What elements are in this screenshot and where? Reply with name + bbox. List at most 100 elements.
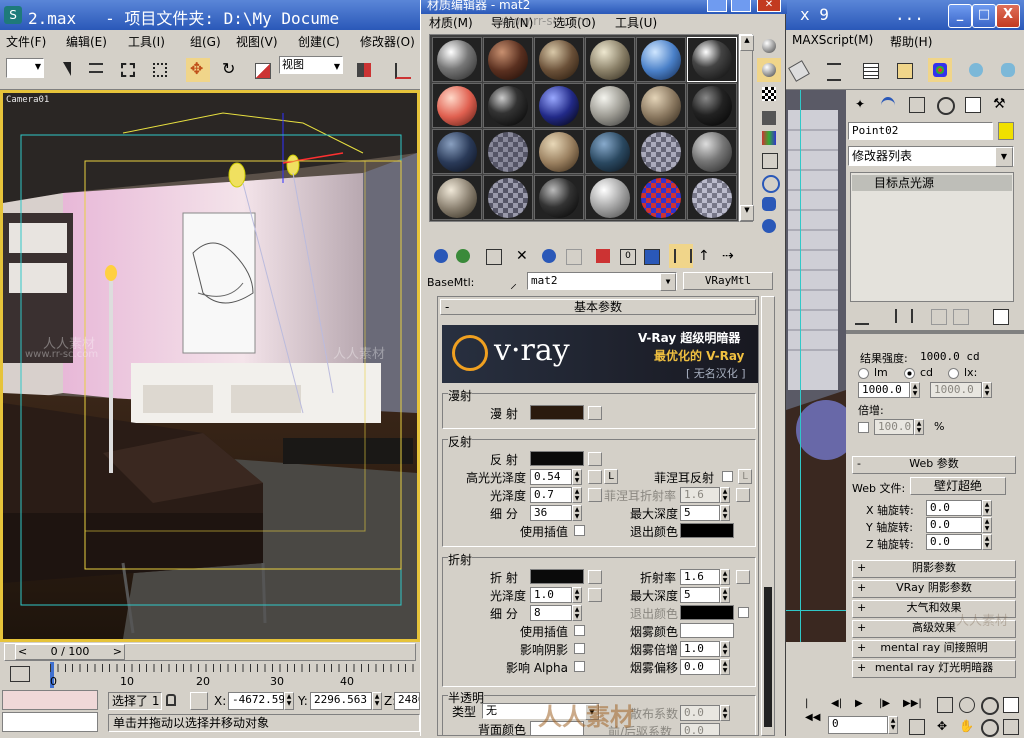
fog-color-swatch[interactable] bbox=[680, 623, 734, 638]
maxscript-listener-output[interactable] bbox=[2, 712, 98, 732]
sample-slot[interactable] bbox=[585, 175, 635, 220]
menu-edit[interactable]: 编辑(E) bbox=[66, 33, 107, 50]
pick-material-icon[interactable]: ⸝ bbox=[505, 272, 529, 296]
options-icon[interactable] bbox=[757, 170, 781, 194]
assign-to-selection-icon[interactable] bbox=[481, 244, 505, 268]
sample-slot[interactable] bbox=[636, 83, 686, 128]
go-to-end-icon[interactable]: ▶▶| bbox=[898, 692, 922, 716]
quick-render-icon[interactable] bbox=[996, 58, 1020, 82]
show-end-result-mat-icon[interactable] bbox=[669, 244, 693, 268]
prev-frame-icon[interactable]: ◀| bbox=[826, 692, 850, 716]
window-crossing-icon[interactable] bbox=[148, 58, 172, 82]
sample-slot[interactable] bbox=[687, 129, 737, 174]
z-coord-input[interactable]: 2480 bbox=[394, 692, 420, 710]
rect-region-icon[interactable] bbox=[116, 58, 140, 82]
sample-slot[interactable] bbox=[534, 129, 584, 174]
scatter-coeff-spinner[interactable]: ▲ ▼ bbox=[720, 705, 730, 721]
affect-shadows-checkbox[interactable] bbox=[574, 643, 585, 654]
mat-maximize-button[interactable] bbox=[731, 0, 751, 12]
modifier-stack-item[interactable]: 目标点光源 bbox=[852, 175, 1012, 191]
put-to-library-icon[interactable] bbox=[591, 244, 615, 268]
fog-bias-input[interactable]: 0.0 bbox=[680, 659, 720, 675]
refl-gloss-map-button[interactable] bbox=[588, 488, 602, 502]
params-scrollbar[interactable] bbox=[761, 296, 775, 736]
hierarchy-tab-icon[interactable] bbox=[904, 92, 928, 116]
play-icon[interactable]: ▶ bbox=[850, 692, 874, 716]
put-to-scene-icon[interactable] bbox=[451, 244, 475, 268]
sample-slot[interactable] bbox=[534, 37, 584, 82]
multiplier-spinner[interactable]: ▲ ▼ bbox=[914, 419, 924, 435]
sample-slot[interactable] bbox=[636, 175, 686, 220]
menu-views[interactable]: 视图(V) bbox=[236, 33, 278, 50]
pin-stack-icon[interactable] bbox=[850, 304, 874, 328]
fresnel-ior-map-button[interactable] bbox=[736, 488, 750, 502]
mat-menu-material[interactable]: 材质(M) bbox=[429, 14, 473, 31]
refl-use-interp-checkbox[interactable] bbox=[574, 525, 585, 536]
selection-set-dropdown[interactable]: ▼ bbox=[6, 58, 44, 78]
reference-coord-dropdown[interactable]: 视图 ▼ bbox=[279, 56, 343, 74]
sample-type-icon[interactable] bbox=[757, 34, 781, 58]
layers-icon[interactable] bbox=[822, 58, 846, 82]
pivot-icon[interactable] bbox=[352, 58, 376, 82]
translucency-type-dropdown[interactable]: 无 ▼ bbox=[482, 703, 600, 720]
schematic-view-icon[interactable] bbox=[892, 58, 916, 82]
reflect-map-button[interactable] bbox=[588, 452, 602, 466]
back-color-swatch[interactable] bbox=[530, 721, 584, 735]
sample-slot[interactable] bbox=[585, 37, 635, 82]
multiplier-checkbox[interactable] bbox=[858, 422, 869, 433]
absolute-mode-icon[interactable] bbox=[190, 692, 208, 710]
fog-bias-spinner[interactable]: ▲ ▼ bbox=[720, 659, 730, 675]
intensity-input[interactable]: 1000.0 bbox=[858, 382, 910, 398]
fwd-back-coeff-input[interactable]: 0.0 bbox=[680, 723, 720, 735]
fov-icon[interactable] bbox=[998, 692, 1022, 716]
go-forward-sibling-icon[interactable]: ⇢ bbox=[717, 244, 741, 268]
scatter-coeff-input[interactable]: 0.0 bbox=[680, 705, 720, 721]
refr-max-depth-input[interactable]: 5 bbox=[680, 587, 720, 603]
refl-subdiv-input[interactable]: 36 bbox=[530, 505, 572, 521]
sample-slot[interactable] bbox=[534, 83, 584, 128]
background-icon[interactable] bbox=[757, 82, 781, 106]
select-by-material-icon[interactable] bbox=[757, 192, 781, 216]
pan-icon[interactable]: ✥ bbox=[932, 714, 956, 738]
sample-slot[interactable] bbox=[483, 83, 533, 128]
sample-slot[interactable] bbox=[585, 83, 635, 128]
object-color-swatch[interactable] bbox=[998, 122, 1014, 140]
fresnel-lock-button[interactable]: L bbox=[738, 469, 752, 484]
intensity-spinner[interactable]: ▲ ▼ bbox=[910, 382, 920, 398]
backlight-icon[interactable] bbox=[757, 58, 781, 82]
sample-slot[interactable] bbox=[687, 83, 737, 128]
render-setup-icon[interactable] bbox=[964, 58, 988, 82]
time-config-icon[interactable] bbox=[904, 714, 928, 738]
refract-color-swatch[interactable] bbox=[530, 569, 584, 584]
select-arrow-icon[interactable] bbox=[56, 58, 80, 82]
fresnel-ior-spinner[interactable]: ▲ ▼ bbox=[720, 487, 730, 503]
refr-gloss-spinner[interactable]: ▲ ▼ bbox=[572, 587, 582, 603]
menu-create[interactable]: 创建(C) bbox=[298, 33, 340, 50]
go-to-parent-icon[interactable]: ↑ bbox=[693, 244, 717, 268]
z-rotation-input[interactable]: 0.0 bbox=[926, 534, 982, 550]
mat-minimize-button[interactable] bbox=[707, 0, 727, 12]
lx-spinner[interactable]: ▲ ▼ bbox=[982, 382, 992, 398]
refl-gloss-input[interactable]: 0.7 bbox=[530, 487, 572, 503]
sample-slot[interactable] bbox=[432, 83, 482, 128]
go-to-start-icon[interactable]: |◀◀ bbox=[800, 692, 824, 723]
material-type-button[interactable]: VRayMtl bbox=[683, 272, 773, 290]
rollout-basic-params[interactable]: - 基本参数 bbox=[440, 299, 756, 315]
radio-lx[interactable] bbox=[948, 368, 959, 379]
z-rotation-spinner[interactable]: ▲ ▼ bbox=[982, 534, 992, 550]
rollout-mr-light-shader[interactable]: + mental ray 灯光明暗器 bbox=[852, 660, 1016, 678]
mat-menu-options[interactable]: 选项(O) bbox=[553, 14, 596, 31]
refr-exit-color-checkbox[interactable] bbox=[738, 607, 749, 618]
app-logo-icon[interactable]: S bbox=[4, 6, 22, 24]
current-frame-input[interactable]: 0 bbox=[828, 716, 888, 734]
menu-maxscript[interactable]: MAXScript(M) bbox=[792, 33, 873, 47]
ior-spinner[interactable]: ▲ ▼ bbox=[720, 569, 730, 585]
fresnel-checkbox[interactable] bbox=[722, 471, 733, 482]
diffuse-color-swatch[interactable] bbox=[530, 405, 584, 420]
sample-slot[interactable] bbox=[432, 37, 482, 82]
maximize-viewport-icon[interactable] bbox=[998, 714, 1022, 738]
refract-map-button[interactable] bbox=[588, 570, 602, 584]
mat-menu-navigation[interactable]: 导航(N) bbox=[491, 14, 533, 31]
rollout-shadow-params[interactable]: + 阴影参数 bbox=[852, 560, 1016, 578]
rollout-advanced-effects[interactable]: + 高级效果 bbox=[852, 620, 1016, 638]
